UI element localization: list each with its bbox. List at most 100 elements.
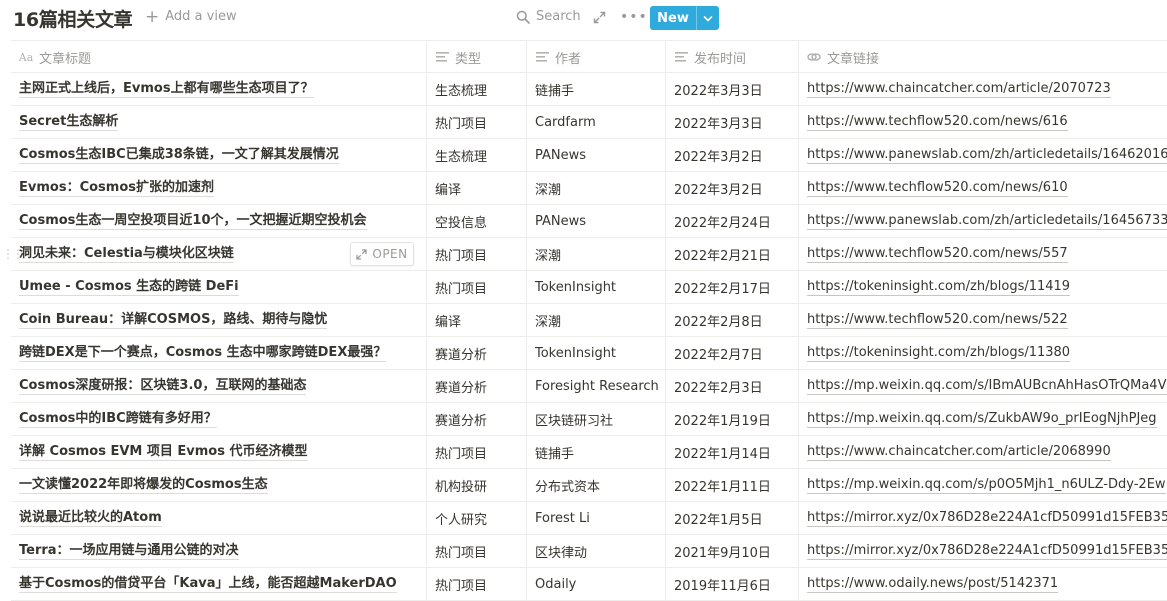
cell-title[interactable]: 主网正式上线后，Evmos上都有哪些生态项目了？ — [11, 73, 426, 105]
cell-link[interactable]: https://tokeninsight.com/zh/blogs/11419 — [798, 271, 1167, 303]
cell-date[interactable]: 2022年1月5日 — [665, 502, 798, 534]
table-row[interactable]: Evmos：Cosmos扩张的加速剂 编译 深潮 2022年3月2日 https://w… — [11, 172, 1167, 205]
cell-title[interactable]: Cosmos生态IBC已集成38条链，一文了解其发展情况 — [11, 139, 426, 171]
cell-link[interactable]: https://mirror.xyz/0x786D28e224A1cfD5099… — [798, 502, 1167, 534]
cell-title[interactable]: 基于Cosmos的借贷平台「Kava」上线，能否超越MakerDAO — [11, 568, 426, 600]
cell-link[interactable]: https://www.techflow520.com/news/610 — [798, 172, 1167, 204]
column-header[interactable]: 文章链接 — [798, 41, 1167, 73]
article-link[interactable]: https://www.techflow520.com/news/610 — [807, 180, 1068, 197]
table-row[interactable]: 基于Cosmos的借贷平台「Kava」上线，能否超越MakerDAO 热门项目 Od… — [11, 568, 1167, 601]
cell-date[interactable]: 2022年1月11日 — [665, 469, 798, 501]
cell-author[interactable]: 链捕手 — [526, 73, 665, 105]
table-row[interactable]: Cosmos生态IBC已集成38条链，一文了解其发展情况 生态梳理 PANews 20… — [11, 139, 1167, 172]
cell-type[interactable]: 赛道分析 — [426, 337, 526, 369]
cell-link[interactable]: https://mp.weixin.qq.com/s/IBmAUBcnAhHas… — [798, 370, 1167, 402]
new-button-label[interactable]: New — [650, 6, 696, 30]
cell-author[interactable]: 深潮 — [526, 238, 665, 270]
cell-date[interactable]: 2022年2月21日 — [665, 238, 798, 270]
cell-type[interactable]: 热门项目 — [426, 535, 526, 567]
table-row[interactable]: Coin Bureau：详解COSMOS，路线、期待与隐忧 编译 深潮 2022年2月… — [11, 304, 1167, 337]
article-link[interactable]: https://mirror.xyz/0x786D28e224A1cfD5099… — [807, 543, 1167, 560]
cell-author[interactable]: 分布式资本 — [526, 469, 665, 501]
open-page-button[interactable]: OPEN — [350, 242, 414, 266]
cell-title[interactable]: Cosmos生态一周空投项目近10个，一文把握近期空投机会 — [11, 205, 426, 237]
cell-date[interactable]: 2022年1月14日 — [665, 436, 798, 468]
article-link[interactable]: https://www.odaily.news/post/5142371 — [807, 576, 1059, 593]
cell-link[interactable]: https://mp.weixin.qq.com/s/p0O5Mjh1_n6UL… — [798, 469, 1167, 501]
cell-date[interactable]: 2022年3月2日 — [665, 139, 798, 171]
article-link[interactable]: https://mp.weixin.qq.com/s/p0O5Mjh1_n6UL… — [807, 477, 1166, 494]
cell-type[interactable]: 热门项目 — [426, 106, 526, 138]
cell-title[interactable]: 跨链DEX是下一个赛点，Cosmos 生态中哪家跨链DEX最强？ — [11, 337, 426, 369]
cell-author[interactable]: 深潮 — [526, 304, 665, 336]
cell-author[interactable]: 深潮 — [526, 172, 665, 204]
cell-type[interactable]: 热门项目 — [426, 568, 526, 600]
cell-date[interactable]: 2022年2月7日 — [665, 337, 798, 369]
cell-link[interactable]: https://www.chaincatcher.com/article/206… — [798, 436, 1167, 468]
cell-type[interactable]: 热门项目 — [426, 436, 526, 468]
article-link[interactable]: https://www.techflow520.com/news/522 — [807, 312, 1068, 329]
new-button[interactable]: New — [650, 6, 719, 30]
cell-title[interactable]: 说说最近比较火的Atom — [11, 502, 426, 534]
cell-title[interactable]: Secret生态解析 — [11, 106, 426, 138]
cell-type[interactable]: 机构投研 — [426, 469, 526, 501]
cell-link[interactable]: https://tokeninsight.com/zh/blogs/11380 — [798, 337, 1167, 369]
table-row[interactable]: Cosmos生态一周空投项目近10个，一文把握近期空投机会 空投信息 PANews 2… — [11, 205, 1167, 238]
cell-author[interactable]: Forest Li — [526, 502, 665, 534]
table-row[interactable]: 说说最近比较火的Atom 个人研究 Forest Li 2022年1月5日 https:… — [11, 502, 1167, 535]
article-link[interactable]: https://www.chaincatcher.com/article/207… — [807, 81, 1111, 98]
cell-date[interactable]: 2022年2月17日 — [665, 271, 798, 303]
table-row[interactable]: Cosmos深度研报：区块链3.0，互联网的基础态 赛道分析 Foresight R… — [11, 370, 1167, 403]
table-row[interactable]: Terra：一场应用链与通用公链的对决 热门项目 区块律动 2021年9月10日 htt… — [11, 535, 1167, 568]
cell-link[interactable]: https://mirror.xyz/0x786D28e224A1cfD5099… — [798, 535, 1167, 567]
column-header[interactable]: 作者 — [526, 41, 665, 73]
table-row[interactable]: 洞见未来：Celestia与模块化区块链 热门项目 深潮 2022年2月21日 http… — [2, 238, 1167, 271]
cell-link[interactable]: https://www.panewslab.com/zh/articledeta… — [798, 139, 1167, 171]
cell-title[interactable]: Cosmos中的IBC跨链有多好用？ — [11, 403, 426, 435]
new-dropdown-button[interactable] — [696, 6, 719, 30]
add-view-button[interactable]: + Add a view — [145, 8, 237, 25]
cell-date[interactable]: 2022年3月3日 — [665, 106, 798, 138]
cell-author[interactable]: Cardfarm — [526, 106, 665, 138]
article-link[interactable]: https://www.chaincatcher.com/article/206… — [807, 444, 1111, 461]
cell-date[interactable]: 2022年2月8日 — [665, 304, 798, 336]
cell-type[interactable]: 空投信息 — [426, 205, 526, 237]
cell-title[interactable]: Cosmos深度研报：区块链3.0，互联网的基础态 — [11, 370, 426, 402]
cell-type[interactable]: 热门项目 — [426, 271, 526, 303]
article-link[interactable]: https://www.techflow520.com/news/616 — [807, 114, 1068, 131]
cell-title[interactable]: 一文读懂2022年即将爆发的Cosmos生态 — [11, 469, 426, 501]
article-link[interactable]: https://mirror.xyz/0x786D28e224A1cfD5099… — [807, 510, 1167, 527]
cell-author[interactable]: PANews — [526, 205, 665, 237]
table-row[interactable]: 详解 Cosmos EVM 项目 Evmos 代币经济模型 热门项目 链捕手 2022… — [11, 436, 1167, 469]
table-row[interactable]: 一文读懂2022年即将爆发的Cosmos生态 机构投研 分布式资本 2022年1月11… — [11, 469, 1167, 502]
search-button[interactable]: Search — [516, 9, 581, 24]
table-row[interactable]: Umee - Cosmos 生态的跨链 DeFi 热门项目 TokenInsight… — [11, 271, 1167, 304]
table-row[interactable]: 跨链DEX是下一个赛点，Cosmos 生态中哪家跨链DEX最强？ 赛道分析 Toke… — [11, 337, 1167, 370]
article-link[interactable]: https://www.techflow520.com/news/557 — [807, 246, 1068, 263]
cell-date[interactable]: 2022年1月19日 — [665, 403, 798, 435]
cell-link[interactable]: https://www.techflow520.com/news/522 — [798, 304, 1167, 336]
more-options-icon[interactable]: ••• — [620, 9, 648, 25]
cell-date[interactable]: 2022年3月3日 — [665, 73, 798, 105]
table-row[interactable]: 主网正式上线后，Evmos上都有哪些生态项目了？ 生态梳理 链捕手 2022年3月3日… — [11, 73, 1167, 106]
column-header[interactable]: 发布时间 — [665, 41, 798, 73]
table-row[interactable]: Secret生态解析 热门项目 Cardfarm 2022年3月3日 https://w… — [11, 106, 1167, 139]
cell-title[interactable]: Evmos：Cosmos扩张的加速剂 — [11, 172, 426, 204]
cell-type[interactable]: 生态梳理 — [426, 73, 526, 105]
drag-handle-icon[interactable]: ⋮⋮ — [2, 247, 24, 261]
cell-link[interactable]: https://www.techflow520.com/news/616 — [798, 106, 1167, 138]
cell-author[interactable]: TokenInsight — [526, 271, 665, 303]
article-link[interactable]: https://mp.weixin.qq.com/s/ZukbAW9o_prIE… — [807, 411, 1157, 428]
cell-type[interactable]: 赛道分析 — [426, 403, 526, 435]
expand-icon[interactable] — [593, 11, 606, 24]
cell-date[interactable]: 2021年9月10日 — [665, 535, 798, 567]
article-link[interactable]: https://www.panewslab.com/zh/articledeta… — [807, 213, 1167, 230]
cell-author[interactable]: PANews — [526, 139, 665, 171]
cell-date[interactable]: 2022年3月2日 — [665, 172, 798, 204]
cell-type[interactable]: 个人研究 — [426, 502, 526, 534]
cell-link[interactable]: https://www.techflow520.com/news/557 — [798, 238, 1167, 270]
cell-title[interactable]: 详解 Cosmos EVM 项目 Evmos 代币经济模型 — [11, 436, 426, 468]
column-header[interactable]: 类型 — [426, 41, 526, 73]
table-row[interactable]: Cosmos中的IBC跨链有多好用？ 赛道分析 区块链研习社 2022年1月19日 ht… — [11, 403, 1167, 436]
cell-link[interactable]: https://mp.weixin.qq.com/s/ZukbAW9o_prIE… — [798, 403, 1167, 435]
